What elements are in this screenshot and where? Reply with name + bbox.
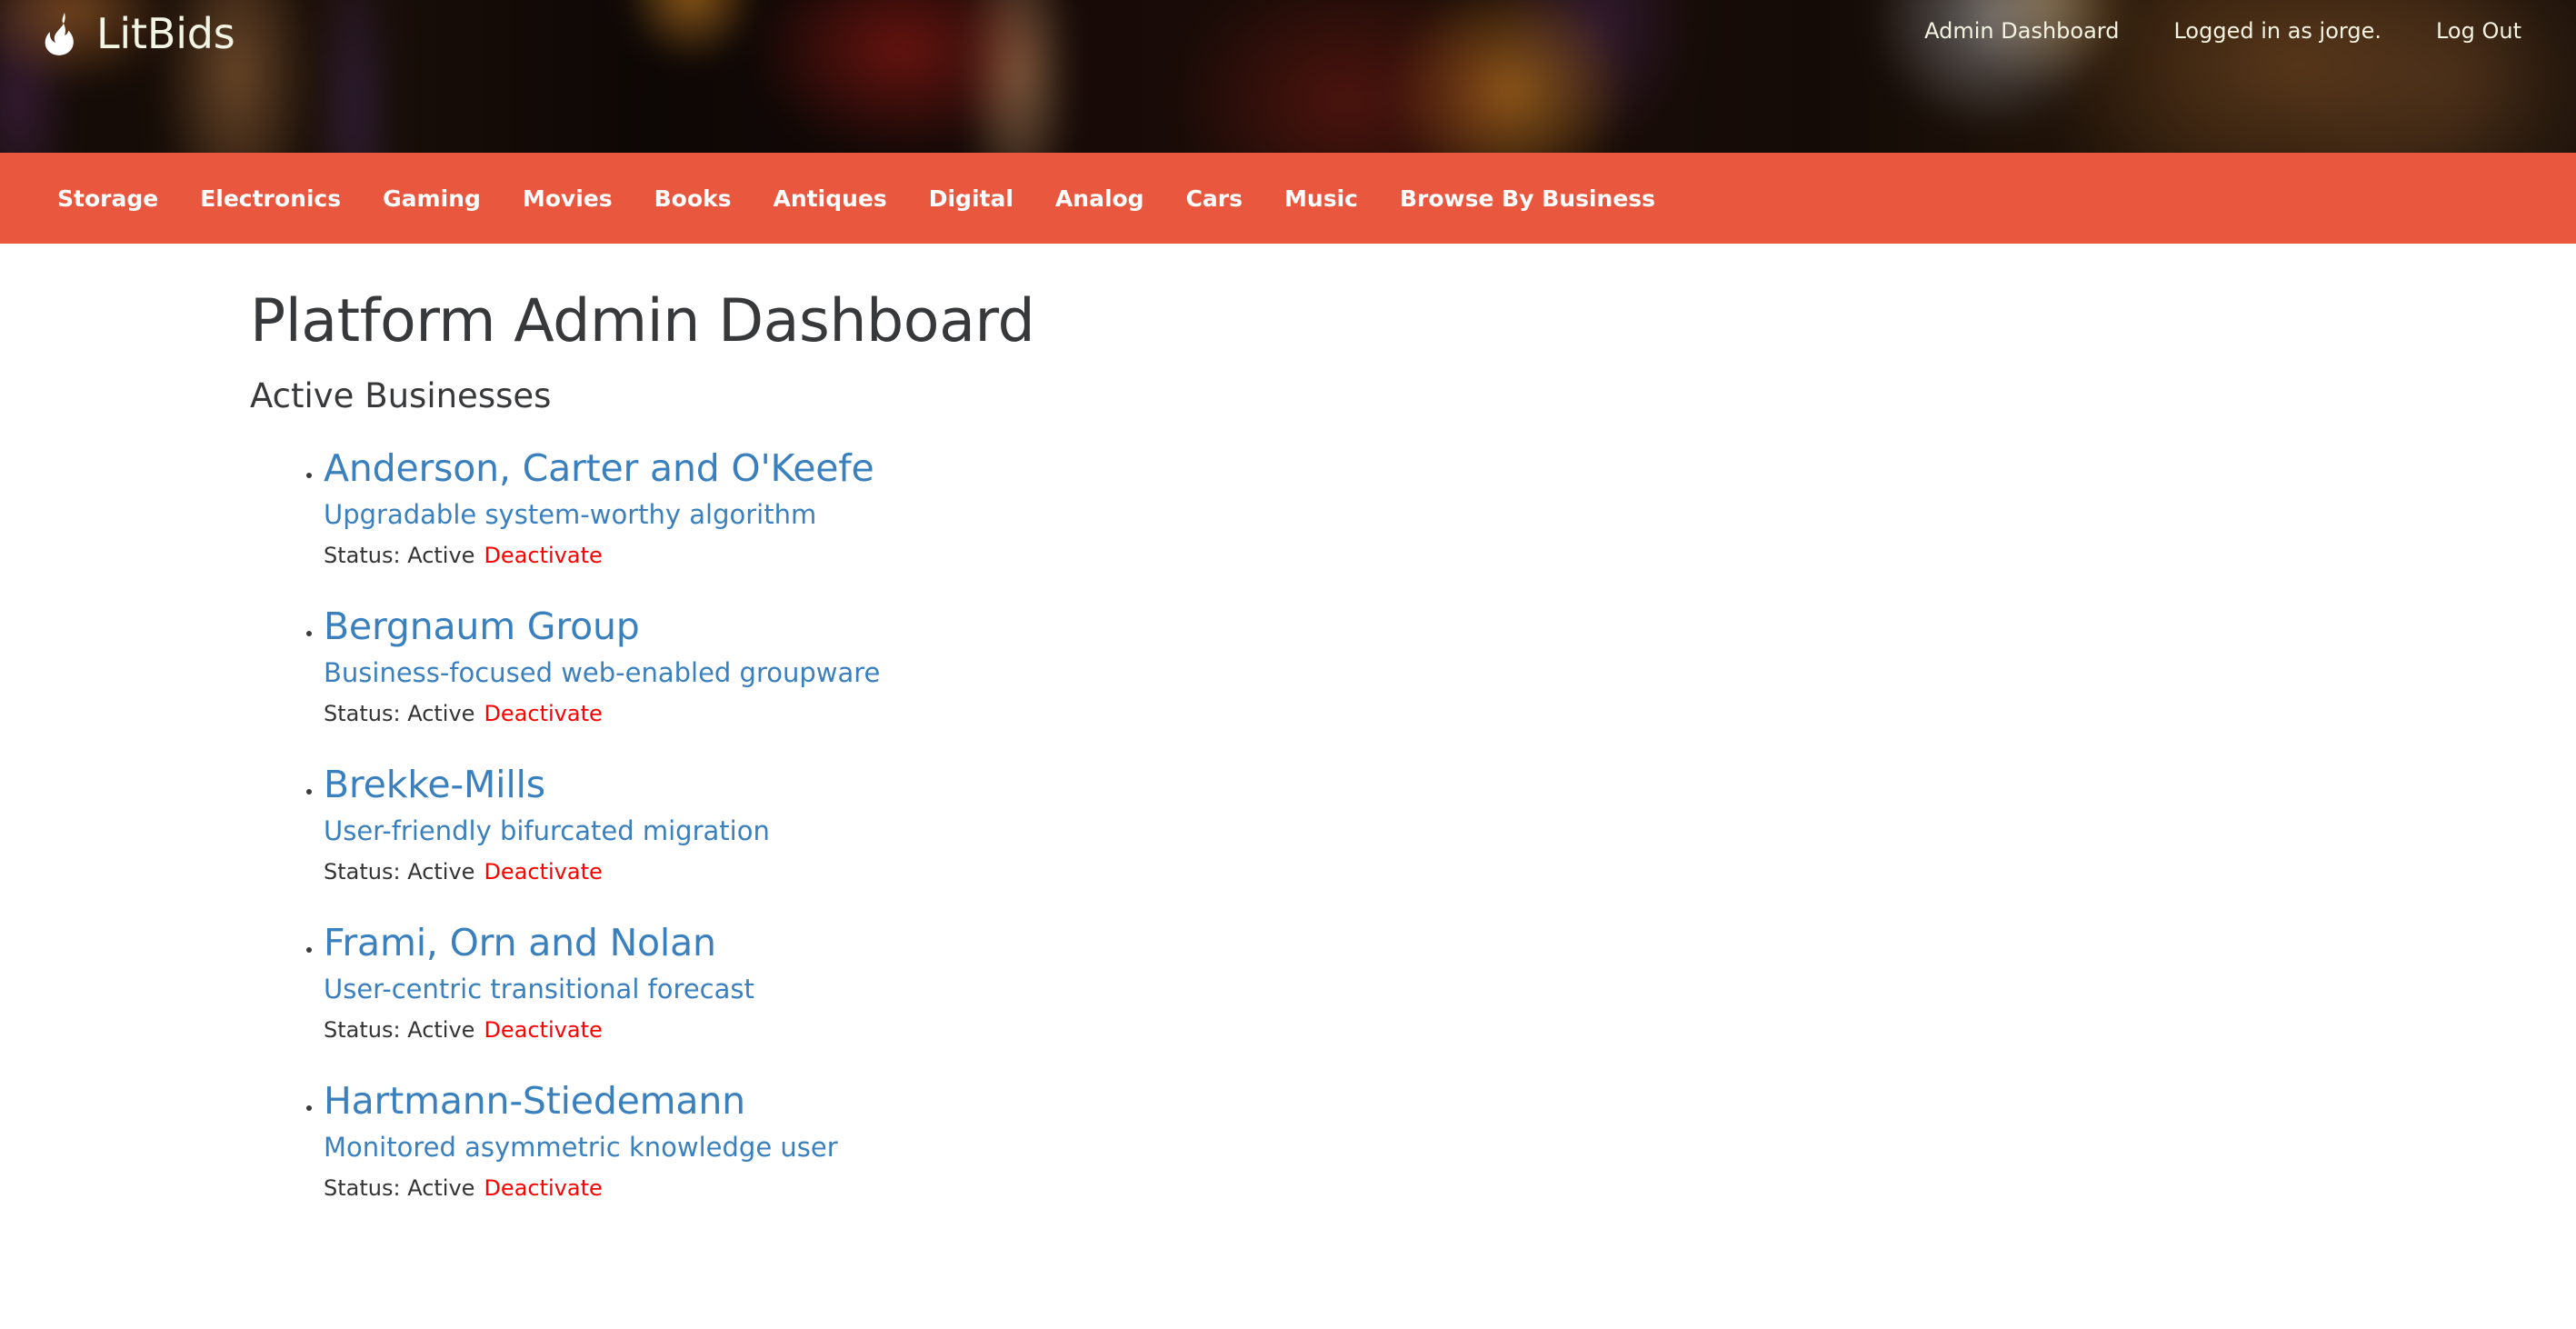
list-item: Anderson, Carter and O'Keefe Upgradable …	[324, 446, 2576, 569]
list-item: Brekke-Mills User-friendly bifurcated mi…	[324, 763, 2576, 885]
deactivate-button[interactable]: Deactivate	[484, 543, 602, 568]
deactivate-button[interactable]: Deactivate	[484, 1017, 602, 1043]
main-content: Platform Admin Dashboard Active Business…	[0, 244, 2576, 1202]
business-description: Monitored asymmetric knowledge user	[324, 1132, 838, 1164]
nav-item-antiques[interactable]: Antiques	[753, 187, 908, 210]
nav-item-music[interactable]: Music	[1263, 187, 1379, 210]
log-out-link[interactable]: Log Out	[2409, 9, 2549, 54]
status-badge: Active	[407, 701, 475, 727]
list-item: Hartmann-Stiedemann Monitored asymmetric…	[324, 1079, 2576, 1202]
status-badge: Active	[407, 1174, 475, 1201]
deactivate-button[interactable]: Deactivate	[484, 701, 602, 726]
business-description: User-friendly bifurcated migration	[324, 815, 770, 847]
masthead-inner: LitBids Admin Dashboard Logged in as jor…	[0, 0, 2576, 153]
masthead: LitBids Admin Dashboard Logged in as jor…	[0, 0, 2576, 153]
business-name-link[interactable]: Bergnaum Group	[324, 605, 2576, 648]
brand-logo-link[interactable]: LitBids	[42, 11, 235, 56]
business-name-link[interactable]: Brekke-Mills	[324, 763, 2576, 806]
status-label: Status:	[324, 701, 401, 727]
nav-item-books[interactable]: Books	[634, 187, 753, 210]
status-badge: Active	[407, 1017, 475, 1044]
nav-item-storage[interactable]: Storage	[36, 187, 179, 210]
category-nav: Storage Electronics Gaming Movies Books …	[0, 153, 2576, 244]
active-businesses-list: Anderson, Carter and O'Keefe Upgradable …	[0, 415, 2576, 1202]
deactivate-button[interactable]: Deactivate	[484, 1175, 602, 1201]
nav-item-browse-by-business[interactable]: Browse By Business	[1379, 187, 1676, 210]
business-description: Business-focused web-enabled groupware	[324, 657, 881, 689]
business-status-row: Status: Active Deactivate	[324, 1164, 2576, 1202]
nav-item-electronics[interactable]: Electronics	[179, 187, 362, 210]
page-title: Platform Admin Dashboard	[250, 287, 1035, 355]
masthead-nav: Admin Dashboard Logged in as jorge. Log …	[1897, 9, 2549, 54]
status-badge: Active	[407, 543, 475, 569]
nav-item-digital[interactable]: Digital	[908, 187, 1034, 210]
business-name-link[interactable]: Anderson, Carter and O'Keefe	[324, 446, 2576, 490]
business-name-link[interactable]: Hartmann-Stiedemann	[324, 1079, 2576, 1123]
logged-in-as-label: Logged in as jorge.	[2173, 18, 2381, 44]
brand-name: LitBids	[96, 9, 235, 58]
business-description: Upgradable system-worthy algorithm	[324, 499, 817, 531]
nav-item-movies[interactable]: Movies	[502, 187, 634, 210]
business-name-link[interactable]: Frami, Orn and Nolan	[324, 921, 2576, 964]
deactivate-button[interactable]: Deactivate	[484, 859, 602, 884]
status-badge: Active	[407, 859, 475, 885]
status-label: Status:	[324, 1017, 401, 1044]
list-item: Bergnaum Group Business-focused web-enab…	[324, 605, 2576, 727]
business-status-row: Status: Active Deactivate	[324, 1005, 2576, 1044]
status-label: Status:	[324, 543, 401, 569]
status-label: Status:	[324, 1174, 401, 1201]
admin-dashboard-link[interactable]: Admin Dashboard	[1897, 9, 2146, 54]
nav-item-cars[interactable]: Cars	[1165, 187, 1263, 210]
flame-icon	[42, 11, 82, 56]
status-label: Status:	[324, 859, 401, 885]
business-status-row: Status: Active Deactivate	[324, 531, 2576, 569]
nav-item-gaming[interactable]: Gaming	[362, 187, 502, 210]
nav-item-analog[interactable]: Analog	[1034, 187, 1165, 210]
business-description: User-centric transitional forecast	[324, 974, 754, 1005]
list-item: Frami, Orn and Nolan User-centric transi…	[324, 921, 2576, 1044]
business-status-row: Status: Active Deactivate	[324, 689, 2576, 727]
business-status-row: Status: Active Deactivate	[324, 847, 2576, 885]
section-title-active-businesses: Active Businesses	[250, 376, 552, 416]
